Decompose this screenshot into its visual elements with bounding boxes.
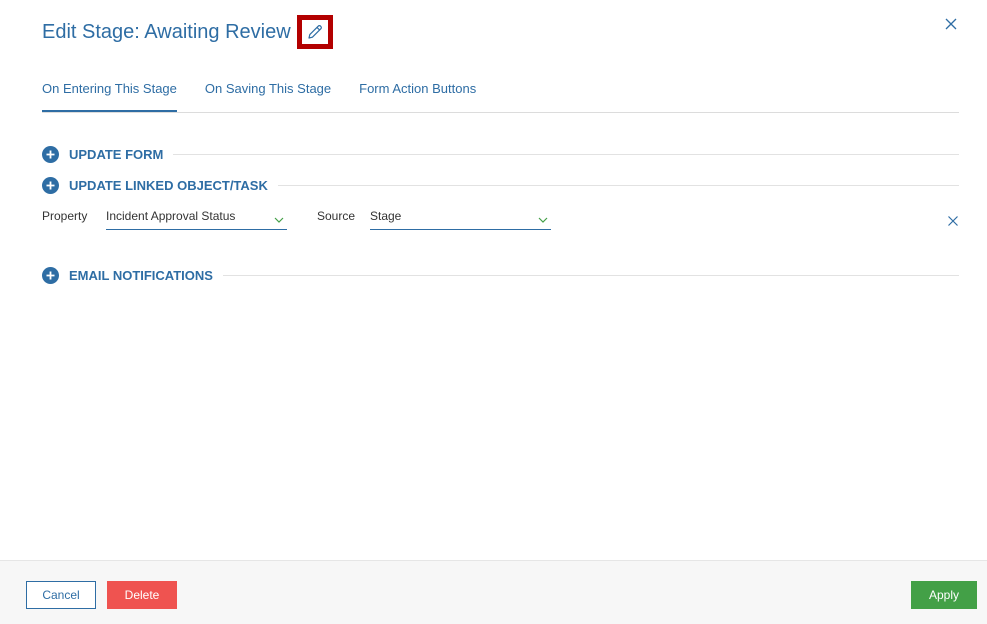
delete-button[interactable]: Delete bbox=[107, 581, 177, 609]
close-icon bbox=[943, 16, 959, 35]
cancel-button[interactable]: Cancel bbox=[26, 581, 96, 609]
section-label-update-form[interactable]: UPDATE FORM bbox=[69, 147, 163, 162]
section-update-linked-object: UPDATE LINKED OBJECT/TASK bbox=[42, 175, 959, 195]
tab-on-entering[interactable]: On Entering This Stage bbox=[42, 72, 177, 112]
stage-tabs: On Entering This Stage On Saving This St… bbox=[42, 72, 959, 113]
section-divider bbox=[222, 274, 959, 276]
property-select[interactable]: Incident Approval Status bbox=[106, 206, 287, 230]
pencil-icon bbox=[306, 23, 324, 41]
close-dialog-button[interactable] bbox=[943, 16, 959, 32]
dialog-title: Edit Stage: Awaiting Review bbox=[42, 20, 291, 43]
dialog-footer: Cancel Delete Apply bbox=[0, 560, 987, 624]
apply-button[interactable]: Apply bbox=[911, 581, 977, 609]
tab-form-action-buttons[interactable]: Form Action Buttons bbox=[359, 72, 476, 112]
tab-on-saving[interactable]: On Saving This Stage bbox=[205, 72, 331, 112]
remove-row-button[interactable] bbox=[947, 215, 959, 227]
close-icon bbox=[947, 215, 959, 230]
chevron-down-icon bbox=[273, 212, 285, 223]
plus-circle-icon[interactable] bbox=[42, 266, 59, 284]
chevron-down-icon bbox=[537, 212, 549, 223]
section-divider bbox=[277, 184, 959, 186]
source-label: Source bbox=[317, 209, 356, 223]
section-divider bbox=[173, 153, 959, 155]
section-email-notifications: EMAIL NOTIFICATIONS bbox=[42, 265, 959, 285]
linked-property-row: Property Incident Approval Status Source… bbox=[42, 206, 959, 232]
dialog-header: Edit Stage: Awaiting Review bbox=[42, 14, 333, 50]
edit-stage-dialog: Edit Stage: Awaiting Review On Entering … bbox=[0, 0, 987, 624]
section-label-email-notifications[interactable]: EMAIL NOTIFICATIONS bbox=[69, 268, 213, 283]
source-value: Stage bbox=[370, 209, 402, 223]
section-label-update-linked-object[interactable]: UPDATE LINKED OBJECT/TASK bbox=[69, 178, 268, 193]
property-value: Incident Approval Status bbox=[106, 209, 236, 223]
plus-circle-icon[interactable] bbox=[42, 176, 59, 194]
edit-title-button[interactable] bbox=[296, 15, 333, 49]
source-select[interactable]: Stage bbox=[370, 206, 551, 230]
property-label: Property bbox=[42, 209, 88, 223]
plus-circle-icon[interactable] bbox=[42, 145, 59, 163]
section-update-form: UPDATE FORM bbox=[42, 144, 959, 164]
